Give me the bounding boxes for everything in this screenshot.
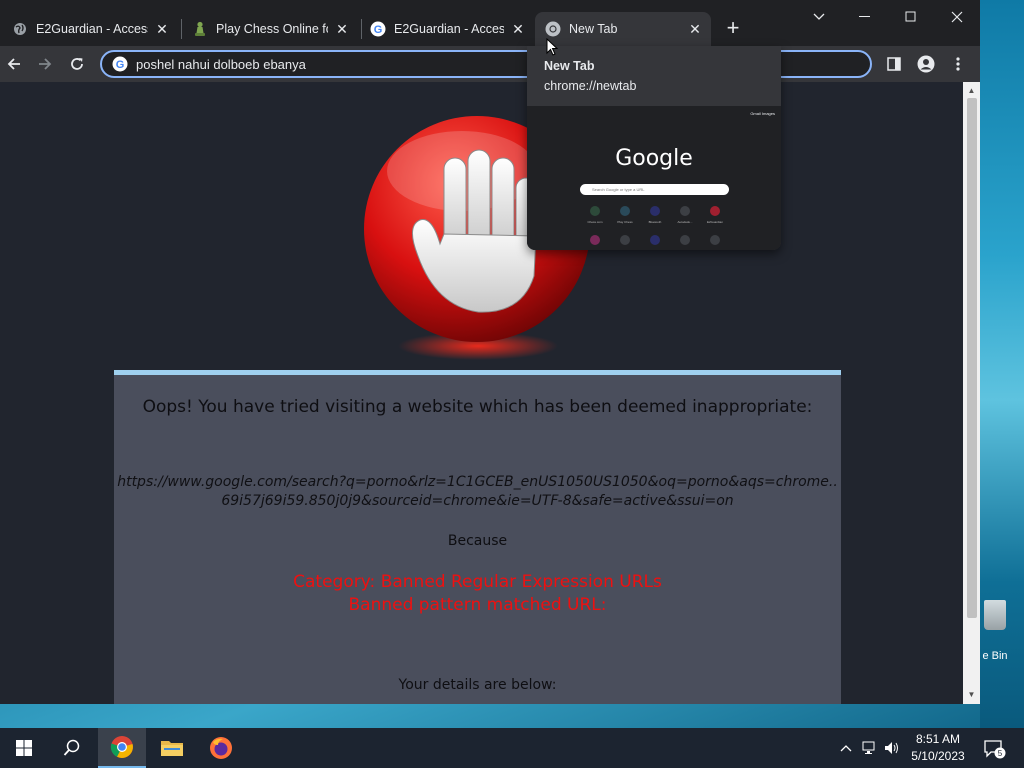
google-g-icon: G xyxy=(112,56,128,72)
system-clock[interactable]: 8:51 AM 5/10/2023 xyxy=(905,731,971,765)
reload-button[interactable] xyxy=(65,52,89,76)
notification-count: 5 xyxy=(998,749,1003,758)
back-button[interactable] xyxy=(2,52,26,76)
page-scrollbar[interactable]: ▲ ▼ xyxy=(963,82,980,704)
network-icon[interactable] xyxy=(862,740,878,756)
preview-google-logo: Google xyxy=(615,146,693,171)
preview-shortcut-icon xyxy=(650,235,660,245)
maximize-button[interactable] xyxy=(888,0,934,34)
notification-icon: 5 xyxy=(984,740,1006,759)
tab-title: Play Chess Online for Free xyxy=(216,22,328,36)
browser-toolbar: G xyxy=(0,46,980,82)
chrome-icon xyxy=(545,21,561,37)
recycle-bin-label: e Bin xyxy=(982,650,1008,662)
block-category: Category: Banned Regular Expression URLs… xyxy=(114,571,841,617)
taskbar-firefox[interactable] xyxy=(197,728,245,768)
tab-title: E2Guardian - Access Denied xyxy=(394,22,504,36)
show-hidden-icons-chevron-icon[interactable] xyxy=(838,740,854,756)
tab-hover-card: New Tab chrome://newtab Gmail Images Goo… xyxy=(527,46,781,250)
preview-shortcut-icon xyxy=(590,235,600,245)
preview-shortcut-icon xyxy=(650,206,660,216)
tab-search-icon[interactable] xyxy=(796,0,842,34)
scroll-up-arrow[interactable]: ▲ xyxy=(963,84,980,98)
notifications-button[interactable]: 5 xyxy=(984,739,1006,764)
windows-taskbar: 8:51 AM 5/10/2023 5 xyxy=(0,728,1024,768)
tab-strip: E2Guardian - Access Denied ✕ Play Chess … xyxy=(0,0,980,46)
preview-add-shortcut-icon xyxy=(710,235,720,245)
close-window-button[interactable] xyxy=(934,0,980,34)
chrome-icon xyxy=(110,736,133,758)
preview-shortcut-label: Autodesk... xyxy=(677,220,693,224)
preview-shortcut-icon xyxy=(620,235,630,245)
taskbar-chrome[interactable] xyxy=(98,728,146,768)
volume-icon[interactable] xyxy=(884,740,900,756)
svg-text:G: G xyxy=(374,24,383,36)
block-message-panel: Oops! You have tried visiting a website … xyxy=(114,370,841,704)
scroll-down-arrow[interactable]: ▼ xyxy=(963,688,980,702)
chess-pawn-icon xyxy=(192,21,208,37)
preview-shortcut-icon xyxy=(680,206,690,216)
tab-e2guardian-2[interactable]: G E2Guardian - Access Denied ✕ xyxy=(360,12,534,46)
clock-time: 8:51 AM xyxy=(915,732,961,746)
preview-shortcut-icon xyxy=(620,206,630,216)
preview-search-box: Search Google or type a URL xyxy=(580,184,729,195)
new-tab-button[interactable]: + xyxy=(720,16,746,42)
page-content: Oops! You have tried visiting a website … xyxy=(0,82,963,704)
preview-shortcut-icon xyxy=(710,206,720,216)
globe-icon xyxy=(12,21,28,37)
firefox-icon xyxy=(210,737,232,759)
hover-card-url: chrome://newtab xyxy=(544,79,637,93)
svg-text:G: G xyxy=(116,59,125,71)
tab-title: E2Guardian - Access Denied xyxy=(36,22,148,36)
details-label: Your details are below: xyxy=(398,677,557,693)
tab-title: New Tab xyxy=(569,22,618,36)
chrome-window: E2Guardian - Access Denied ✕ Play Chess … xyxy=(0,0,980,704)
preview-shortcut-icon xyxy=(680,235,690,245)
close-tab-icon[interactable]: ✕ xyxy=(154,21,170,37)
hover-card-thumbnail: Gmail Images Google Search Google or typ… xyxy=(527,106,781,250)
clock-date: 5/10/2023 xyxy=(911,749,965,763)
side-panel-icon[interactable] xyxy=(884,54,904,74)
google-g-icon: G xyxy=(370,21,386,37)
preview-shortcut-label: E2Guardian xyxy=(706,220,723,224)
preview-shortcut-label: Play Chess xyxy=(617,220,633,224)
preview-shortcut-label: Bluetooth xyxy=(648,220,662,224)
search-icon xyxy=(63,739,80,756)
preview-shortcut-label: Chess.com xyxy=(587,220,603,224)
preview-shortcut-icon xyxy=(590,206,600,216)
blocked-url: https://www.google.com/search?q=porno&rl… xyxy=(117,474,838,509)
taskbar-file-explorer[interactable] xyxy=(148,728,196,768)
profile-avatar-icon[interactable] xyxy=(916,54,936,74)
windows-logo-icon xyxy=(16,740,32,756)
kebab-menu-icon[interactable] xyxy=(948,54,968,74)
tab-e2guardian-1[interactable]: E2Guardian - Access Denied ✕ xyxy=(2,12,178,46)
start-button[interactable] xyxy=(0,728,48,768)
because-label: Because xyxy=(447,533,508,549)
hover-card-title: New Tab xyxy=(544,59,595,73)
pattern-line: Banned pattern matched URL: xyxy=(348,595,607,615)
folder-icon xyxy=(161,741,183,756)
mouse-cursor-icon xyxy=(546,38,558,56)
recycle-bin[interactable]: e Bin xyxy=(975,600,1015,662)
address-input[interactable] xyxy=(136,56,536,72)
preview-top-links: Gmail Images xyxy=(750,111,775,116)
category-line: Category: Banned Regular Expression URLs xyxy=(293,572,662,592)
tab-play-chess[interactable]: Play Chess Online for Free ✕ xyxy=(182,12,358,46)
forward-button[interactable] xyxy=(33,52,57,76)
close-tab-icon[interactable]: ✕ xyxy=(687,21,703,37)
tab-new-tab[interactable]: New Tab ✕ xyxy=(535,12,711,46)
block-heading: Oops! You have tried visiting a website … xyxy=(142,397,813,417)
close-tab-icon[interactable]: ✕ xyxy=(510,21,526,37)
scrollbar-thumb[interactable] xyxy=(967,98,977,618)
recycle-bin-icon xyxy=(984,600,1006,630)
close-tab-icon[interactable]: ✕ xyxy=(334,21,350,37)
search-button[interactable] xyxy=(48,728,96,768)
minimize-button[interactable] xyxy=(842,0,888,34)
